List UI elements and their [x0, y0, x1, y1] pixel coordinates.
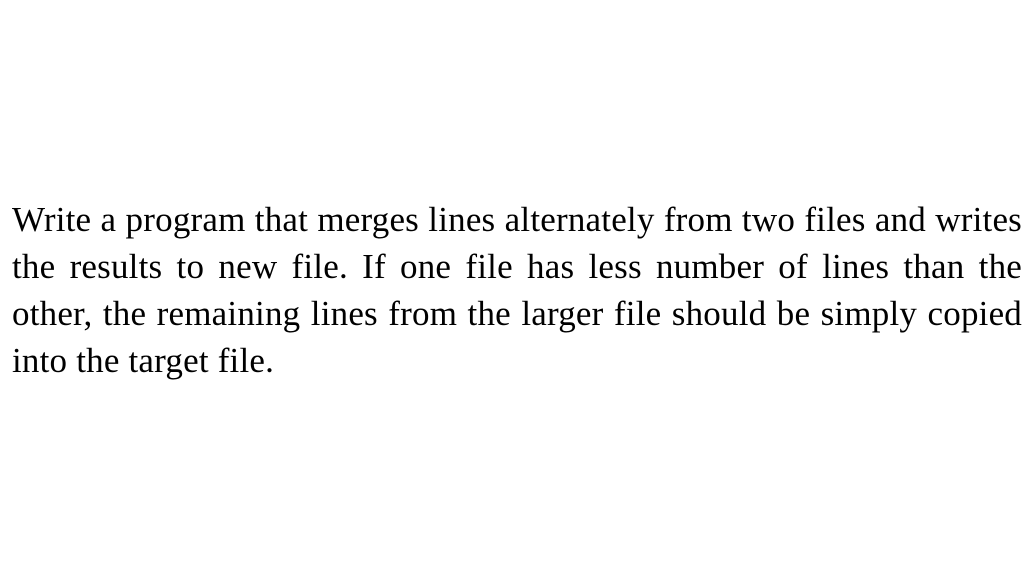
- problem-statement: Write a program that merges lines altern…: [12, 196, 1022, 385]
